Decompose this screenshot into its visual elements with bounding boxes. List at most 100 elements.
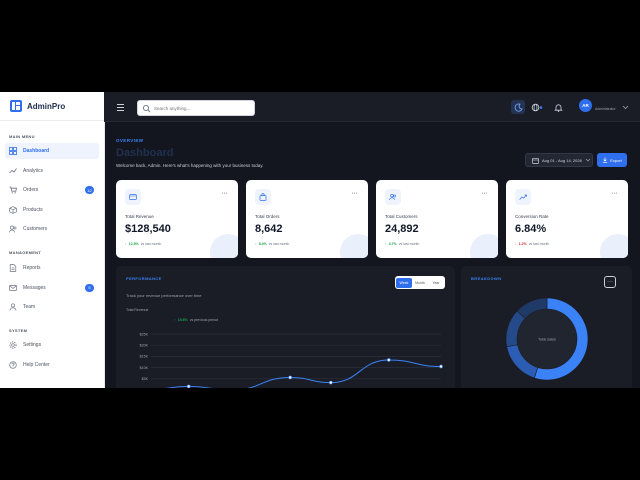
main-content: OVERVIEW Dashboard Welcome back, Admin. … [104, 122, 640, 388]
sidebar-item-label: Team [23, 304, 36, 310]
y-tick-label: $20K [140, 344, 149, 348]
y-tick-label: $10K [140, 366, 149, 370]
count-badge: 5 [85, 283, 94, 292]
sidebar-item-products[interactable]: Products [5, 202, 99, 218]
performance-change: 15.6% [177, 318, 188, 322]
card-decoration [600, 234, 628, 258]
avatar[interactable]: AR [579, 99, 592, 112]
search-input[interactable] [154, 105, 244, 111]
stat-change: 4.7% [388, 242, 397, 246]
app-window: AdminPro MAIN MENU Dashboard Analytics Orde… [0, 92, 640, 388]
sidebar-item-label: Dashboard [23, 148, 50, 154]
stat-change: 1.2% [518, 242, 527, 246]
page-eyebrow: OVERVIEW [116, 138, 144, 143]
date-range-picker[interactable]: Aug 01 - Aug 14, 2026 [525, 153, 593, 167]
revenue-line [165, 359, 442, 388]
user-role: Administrator [595, 107, 616, 111]
card-menu-button[interactable]: ··· [482, 190, 488, 197]
analytics-icon [9, 167, 17, 175]
period-tab-month[interactable]: Month [412, 278, 428, 288]
stat-change-note: vs last month [528, 242, 550, 246]
search-icon [142, 104, 151, 112]
stat-card-conversion-rate[interactable]: ··· Conversion Rate 6.84% ↓ 1.2% vs last… [506, 180, 628, 258]
data-point[interactable] [439, 364, 443, 369]
team-icon [9, 303, 17, 311]
brand-name: AdminPro [27, 101, 66, 111]
stat-change: 12.5% [128, 242, 139, 246]
stat-card-total-revenue[interactable]: ··· Total Revenue $128,540 ↑ 12.5% vs la… [116, 180, 238, 258]
hamburger-icon [117, 103, 124, 111]
sidebar-item-analytics[interactable]: Analytics [5, 163, 99, 179]
cart-icon [9, 186, 17, 194]
sidebar-item-settings[interactable]: Settings [5, 337, 99, 353]
breakdown-menu-button[interactable]: ··· [604, 276, 616, 288]
nav-section-label: SYSTEM [9, 328, 28, 333]
gear-icon [9, 341, 17, 349]
card-menu-button[interactable]: ··· [612, 190, 618, 197]
trend-icon [515, 189, 531, 205]
stat-change: 8.4% [258, 242, 267, 246]
sidebar-item-label: Products [23, 206, 43, 213]
data-point[interactable] [329, 380, 333, 385]
performance-panel: PERFORMANCE Track your revenue performan… [116, 266, 455, 388]
card-decoration [340, 234, 368, 258]
sidebar-item-team[interactable]: Team [5, 299, 99, 315]
page-title: Dashboard [116, 147, 174, 159]
chevron-down-icon [622, 105, 628, 109]
stat-label: Conversion Rate [515, 214, 549, 219]
sidebar-item-orders[interactable]: Orders 12 [5, 182, 99, 198]
customers-icon [385, 189, 401, 205]
stat-change-note: vs last month [140, 242, 162, 246]
sidebar-item-reports[interactable]: Reports [5, 260, 99, 276]
search-box[interactable] [137, 100, 255, 116]
total-revenue-label: Total Revenue [126, 308, 149, 312]
trend-up-icon: ↑ [174, 318, 176, 322]
brand[interactable]: AdminPro [10, 100, 65, 112]
notifications-button[interactable] [551, 100, 565, 114]
stat-label: Total Customers [385, 214, 418, 219]
export-button[interactable]: Export [597, 153, 627, 167]
stat-card-total-orders[interactable]: ··· Total Orders 8,642 ↑ 8.4% vs last mo… [246, 180, 368, 258]
period-tab-week[interactable]: Week [396, 277, 412, 288]
card-decoration [210, 234, 238, 258]
stat-trend: ↑ 8.4% vs last month [255, 242, 289, 246]
card-decoration [470, 234, 498, 258]
sidebar-item-label: Analytics [23, 167, 44, 174]
sidebar-item-help-center[interactable]: Help Center [5, 357, 99, 373]
sidebar-item-messages[interactable]: Messages 5 [5, 280, 99, 296]
user-menu-button[interactable] [620, 100, 630, 114]
performance-title: PERFORMANCE [126, 276, 162, 281]
menu-toggle-button[interactable] [114, 100, 128, 114]
globe-icon [531, 103, 543, 111]
mail-icon [9, 284, 17, 292]
card-menu-button[interactable]: ··· [352, 190, 358, 197]
trend-up-icon: ↑ [385, 242, 387, 246]
stat-trend: ↓ 1.2% vs last month [515, 242, 549, 246]
wallet-icon [125, 189, 141, 205]
nav-section-label: MAIN MENU [9, 134, 35, 139]
sidebar-item-label: Customers [23, 226, 48, 232]
sidebar-item-dashboard[interactable]: Dashboard [5, 143, 99, 159]
period-tab-year[interactable]: Year [428, 278, 444, 288]
y-tick-label: $15K [140, 355, 149, 359]
data-point[interactable] [186, 384, 191, 388]
stat-value: $128,540 [125, 223, 171, 235]
stat-value: 6.84% [515, 223, 547, 235]
stat-value: 8,642 [255, 223, 283, 235]
date-range-label: Aug 01 - Aug 14, 2026 [542, 157, 582, 163]
card-menu-button[interactable]: ··· [222, 190, 228, 197]
stat-card-total-customers[interactable]: ··· Total Customers 24,892 ↑ 4.7% vs las… [376, 180, 498, 258]
theme-toggle-button[interactable] [511, 100, 525, 114]
data-point[interactable] [386, 358, 391, 362]
performance-trend: ↑ 15.6% vs previous period [174, 318, 218, 322]
calendar-icon [532, 157, 539, 164]
sidebar-item-label: Orders [23, 187, 39, 193]
brand-divider [0, 120, 104, 121]
breakdown-donut-chart: Total sales [505, 297, 589, 381]
language-button[interactable] [530, 100, 544, 114]
bell-icon [553, 103, 563, 112]
data-point[interactable] [288, 375, 292, 380]
dashboard-icon [9, 147, 17, 155]
sidebar-item-customers[interactable]: Customers [5, 221, 99, 237]
breakdown-title: BREAKDOWN [471, 276, 502, 281]
